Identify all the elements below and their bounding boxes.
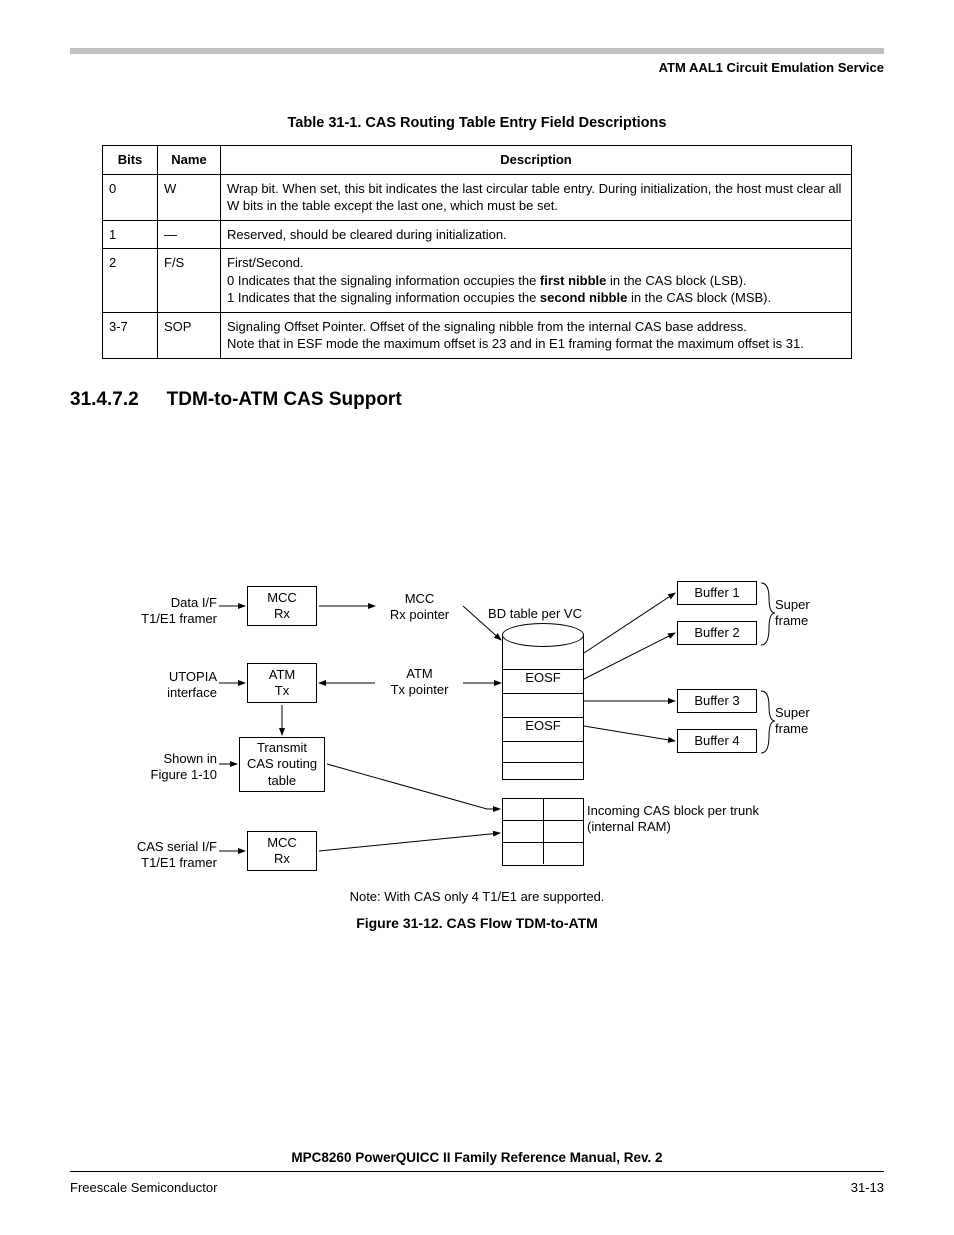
cell-name: F/S — [158, 249, 221, 313]
th-desc: Description — [221, 146, 852, 175]
box-buffer3: Buffer 3 — [677, 689, 757, 713]
table-row: 2 F/S First/Second.0 Indicates that the … — [103, 249, 852, 313]
table-row: 3-7 SOP Signaling Offset Pointer. Offset… — [103, 312, 852, 358]
field-description-table: Bits Name Description 0 W Wrap bit. When… — [102, 145, 852, 359]
bd-row-eosf2: EOSF — [503, 717, 583, 741]
th-bits: Bits — [103, 146, 158, 175]
cell-bits: 0 — [103, 174, 158, 220]
cell-name: SOP — [158, 312, 221, 358]
table-header-row: Bits Name Description — [103, 146, 852, 175]
figure-cas-flow: Data I/FT1/E1 framer UTOPIAinterface Sho… — [127, 581, 827, 941]
th-name: Name — [158, 146, 221, 175]
cell-name: — — [158, 220, 221, 249]
bd-table-body: EOSF EOSF — [502, 634, 584, 780]
cell-bits: 1 — [103, 220, 158, 249]
table-row: 1 — Reserved, should be cleared during i… — [103, 220, 852, 249]
label-cas-serial: CAS serial I/FT1/E1 framer — [107, 839, 217, 872]
page: ATM AAL1 Circuit Emulation Service Table… — [0, 0, 954, 1235]
section-title: TDM-to-ATM CAS Support — [167, 389, 402, 410]
label-bd-table: BD table per VC — [480, 606, 590, 622]
chapter-title: ATM AAL1 Circuit Emulation Service — [70, 60, 884, 75]
box-buffer2: Buffer 2 — [677, 621, 757, 645]
section-number: 31.4.7.2 — [70, 389, 139, 410]
footer-doc-title: MPC8260 PowerQUICC II Family Reference M… — [70, 1150, 884, 1165]
box-buffer4: Buffer 4 — [677, 729, 757, 753]
box-mcc-rx-top: MCCRx — [247, 586, 317, 626]
label-data-if: Data I/FT1/E1 framer — [117, 595, 217, 628]
figure-caption: Figure 31-12. CAS Flow TDM-to-ATM — [127, 915, 827, 933]
footer-company: Freescale Semiconductor — [70, 1180, 217, 1195]
table-caption: Table 31-1. CAS Routing Table Entry Fiel… — [70, 115, 884, 131]
cell-desc: Wrap bit. When set, this bit indicates t… — [221, 174, 852, 220]
box-tx-cas-routing: TransmitCAS routingtable — [239, 737, 325, 792]
bd-row-eosf1: EOSF — [503, 669, 583, 693]
footer-rule — [70, 1171, 884, 1172]
cell-desc: Signaling Offset Pointer. Offset of the … — [221, 312, 852, 358]
cell-name: W — [158, 174, 221, 220]
section-heading: 31.4.7.2 TDM-to-ATM CAS Support — [70, 389, 884, 411]
label-utopia: UTOPIAinterface — [117, 669, 217, 702]
cell-desc: First/Second.0 Indicates that the signal… — [221, 249, 852, 313]
box-buffer1: Buffer 1 — [677, 581, 757, 605]
footer-page-number: 31-13 — [851, 1180, 884, 1195]
cell-bits: 2 — [103, 249, 158, 313]
box-mcc-rx-bottom: MCCRx — [247, 831, 317, 871]
label-super-frame-1: Superframe — [775, 597, 835, 630]
table-row: 0 W Wrap bit. When set, this bit indicat… — [103, 174, 852, 220]
label-super-frame-2: Superframe — [775, 705, 835, 738]
cell-bits: 3-7 — [103, 312, 158, 358]
label-mcc-rx-pointer: MCCRx pointer — [377, 591, 462, 624]
cell-desc: Reserved, should be cleared during initi… — [221, 220, 852, 249]
box-atm-tx: ATMTx — [247, 663, 317, 703]
label-incoming-cas: Incoming CAS block per trunk(internal RA… — [587, 803, 787, 836]
page-footer: MPC8260 PowerQUICC II Family Reference M… — [70, 1150, 884, 1195]
cas-block-body — [502, 798, 584, 866]
header-rule — [70, 48, 884, 54]
figure-note: Note: With CAS only 4 T1/E1 are supporte… — [127, 889, 827, 905]
label-atm-tx-pointer: ATMTx pointer — [377, 666, 462, 699]
label-shown-in: Shown inFigure 1-10 — [117, 751, 217, 784]
